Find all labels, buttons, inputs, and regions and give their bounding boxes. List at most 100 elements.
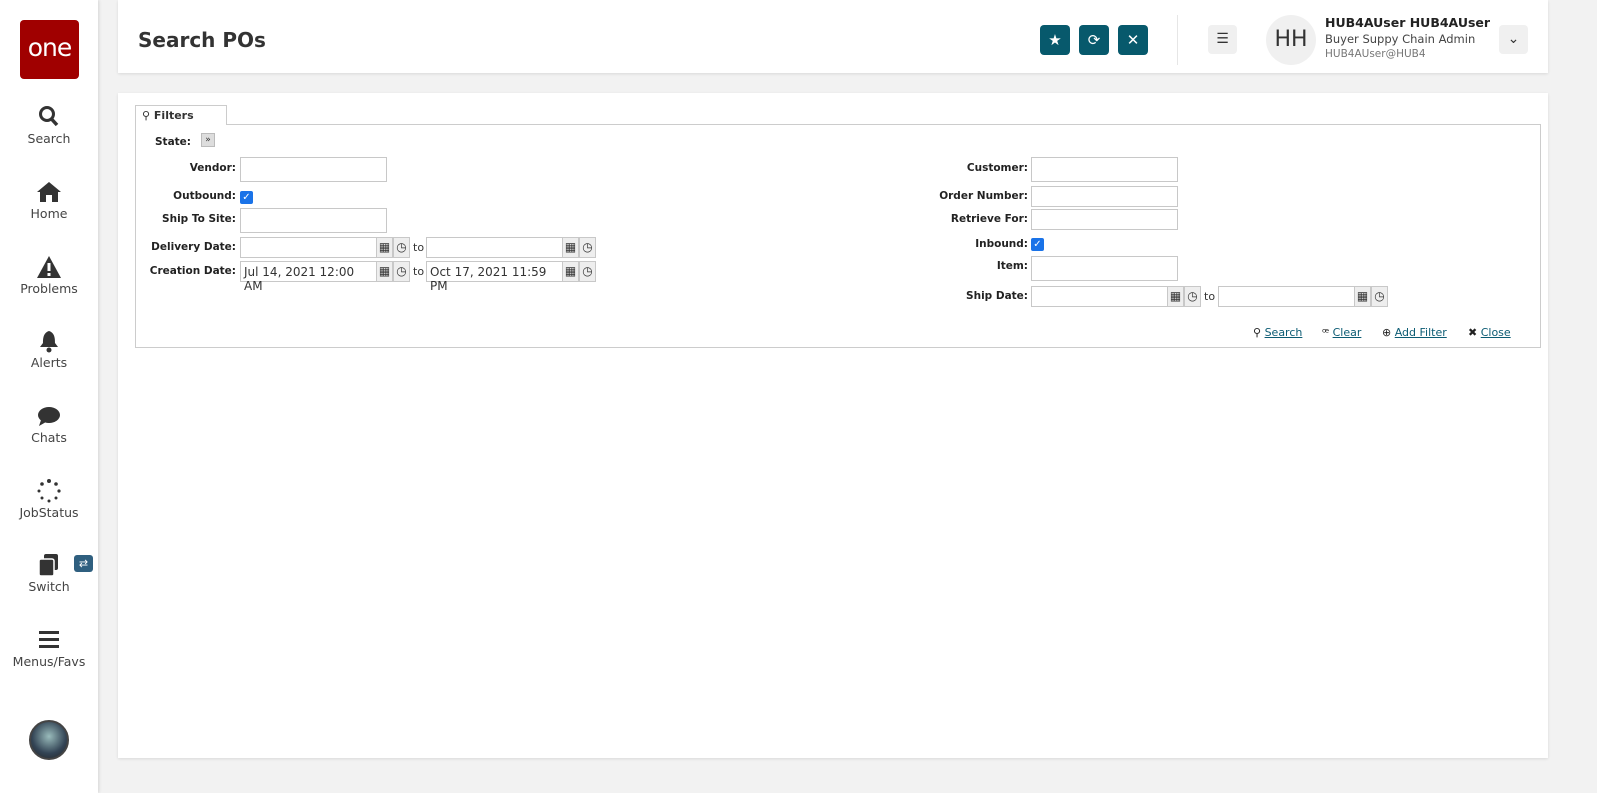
- refresh-button[interactable]: ⟳: [1079, 25, 1109, 55]
- order-number-input[interactable]: [1031, 186, 1178, 207]
- customer-input[interactable]: [1031, 157, 1178, 182]
- search-icon: [39, 106, 59, 127]
- close-icon: ✕: [1126, 31, 1140, 49]
- nav-home[interactable]: Home: [0, 180, 98, 221]
- retrieve-for-label: Retrieve For:: [950, 213, 1028, 225]
- ship-date-to[interactable]: [1218, 286, 1355, 307]
- align-icon: ☰: [1216, 31, 1229, 47]
- clock-icon[interactable]: ◷: [579, 237, 596, 258]
- state-label: State:: [154, 136, 191, 148]
- nav-problems[interactable]: Problems: [0, 255, 98, 296]
- clock-icon[interactable]: ◷: [1371, 286, 1388, 307]
- vendor-label: Vendor:: [189, 162, 236, 174]
- close-link-label: Close: [1480, 326, 1511, 339]
- search-icon: ⚲: [1253, 326, 1262, 339]
- item-label: Item:: [996, 260, 1028, 272]
- creation-date-label: Creation Date:: [149, 265, 236, 277]
- search-link-label: Search: [1264, 326, 1303, 339]
- order-number-label: Order Number:: [939, 190, 1028, 202]
- to-label: to: [1204, 290, 1216, 303]
- calendar-icon[interactable]: ▦: [1354, 286, 1371, 307]
- vendor-input[interactable]: [240, 157, 387, 182]
- ship-date-label: Ship Date:: [966, 290, 1028, 302]
- nav-label: Alerts: [30, 355, 68, 370]
- clear-link-label: Clear: [1332, 326, 1362, 339]
- retrieve-for-input[interactable]: [1031, 209, 1178, 230]
- ship-to-site-label: Ship To Site:: [162, 213, 236, 225]
- menu-icon: [39, 631, 59, 648]
- nav-label: Problems: [20, 281, 78, 296]
- refresh-icon: ⟳: [1087, 31, 1101, 49]
- search-link[interactable]: ⚲ Search: [1253, 326, 1302, 339]
- search-icon: ⚲: [142, 109, 151, 122]
- nav-label: Home: [30, 206, 68, 221]
- calendar-icon[interactable]: ▦: [376, 261, 393, 282]
- creation-date-from[interactable]: Jul 14, 2021 12:00 AM: [240, 261, 377, 293]
- nav-label: Switch: [28, 579, 70, 594]
- nav-label: Search: [27, 131, 71, 146]
- nav-alerts[interactable]: Alerts: [0, 329, 98, 370]
- ship-date-from[interactable]: [1031, 286, 1168, 307]
- plus-circle-icon: ⊕: [1382, 326, 1392, 339]
- nav-label: JobStatus: [19, 505, 79, 520]
- clock-icon[interactable]: ◷: [393, 261, 410, 282]
- star-icon: ★: [1048, 31, 1062, 49]
- user-login: HUB4AUser@HUB4: [1325, 48, 1426, 60]
- add-filter-link-label: Add Filter: [1394, 326, 1447, 339]
- calendar-icon[interactable]: ▦: [376, 237, 393, 258]
- state-expand-button[interactable]: »: [201, 133, 215, 147]
- user-menu-button[interactable]: ⌄: [1499, 25, 1528, 54]
- double-chevron-down-icon: »: [205, 135, 211, 145]
- tab-label: Filters: [153, 109, 194, 122]
- calendar-icon[interactable]: ▦: [562, 237, 579, 258]
- nav-jobstatus[interactable]: JobStatus: [0, 479, 98, 520]
- user-role: Buyer Suppy Chain Admin: [1325, 32, 1476, 46]
- switch-icon: [38, 554, 58, 577]
- customer-label: Customer:: [966, 162, 1028, 174]
- calendar-icon[interactable]: ▦: [1167, 286, 1184, 307]
- chat-icon: [38, 407, 60, 426]
- inbound-label: Inbound:: [975, 238, 1028, 250]
- page-title: Search POs: [138, 28, 266, 52]
- broom-icon: ꟹ: [1322, 326, 1330, 339]
- user-name: HUB4AUser HUB4AUser: [1325, 15, 1491, 30]
- menu-button[interactable]: ☰: [1208, 25, 1237, 54]
- close-link[interactable]: ✖ Close: [1468, 326, 1511, 339]
- divider: [1177, 15, 1178, 65]
- switch-badge: ⇄: [74, 555, 93, 572]
- item-input[interactable]: [1031, 256, 1178, 281]
- header: Search POs ★ ⟳ ✕ ☰ HH HUB4AUser HUB4AUse…: [118, 0, 1548, 73]
- delivery-date-to[interactable]: [426, 237, 563, 258]
- tab-filters[interactable]: ⚲ Filters: [135, 105, 227, 125]
- clock-icon[interactable]: ◷: [579, 261, 596, 282]
- outbound-checkbox[interactable]: ✓: [240, 191, 253, 204]
- calendar-icon[interactable]: ▦: [562, 261, 579, 282]
- creation-date-to[interactable]: Oct 17, 2021 11:59 PM: [426, 261, 563, 293]
- delivery-date-label: Delivery Date:: [151, 241, 236, 253]
- sidebar: one Search Home Problems Alerts Chats Jo…: [0, 0, 98, 793]
- nav-label: Chats: [31, 430, 67, 445]
- delivery-date-from[interactable]: [240, 237, 377, 258]
- close-icon: ✖: [1468, 326, 1478, 339]
- nav-chats[interactable]: Chats: [0, 404, 98, 445]
- to-label: to: [413, 265, 425, 278]
- clear-link[interactable]: ꟹ Clear: [1322, 326, 1361, 339]
- clock-icon[interactable]: ◷: [393, 237, 410, 258]
- outbound-label: Outbound:: [173, 190, 236, 202]
- nav-menus-favs[interactable]: Menus/Favs: [0, 628, 98, 669]
- spinner-icon: [37, 479, 61, 503]
- warning-icon: [37, 256, 61, 278]
- favorite-button[interactable]: ★: [1040, 25, 1070, 55]
- home-icon: [37, 182, 61, 202]
- inbound-checkbox[interactable]: ✓: [1031, 238, 1044, 251]
- ship-to-site-input[interactable]: [240, 208, 387, 233]
- app-logo[interactable]: one: [20, 20, 79, 79]
- user-avatar: HH: [1266, 15, 1316, 65]
- clock-icon[interactable]: ◷: [1184, 286, 1201, 307]
- assistant-avatar[interactable]: [29, 720, 69, 760]
- nav-label: Menus/Favs: [12, 654, 86, 669]
- add-filter-link[interactable]: ⊕ Add Filter: [1382, 326, 1447, 339]
- to-label: to: [413, 241, 425, 254]
- bell-icon: [40, 331, 58, 353]
- close-button[interactable]: ✕: [1118, 25, 1148, 55]
